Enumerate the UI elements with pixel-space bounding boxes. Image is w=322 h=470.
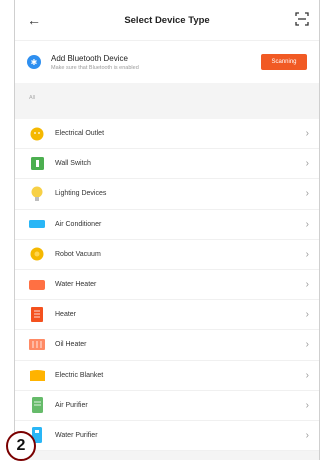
device-label: Water Heater (55, 281, 97, 289)
vacuum-icon (29, 246, 45, 262)
device-item-electrical-outlet[interactable]: Electrical Outlet › (15, 119, 319, 150)
section-label: All (29, 95, 36, 101)
app-frame: ← Select Device Type ✱ Add Bluetooth Dev… (14, 0, 320, 460)
blanket-icon (29, 367, 45, 383)
chevron-right-icon: › (305, 278, 309, 290)
device-label: Electrical Outlet (55, 130, 105, 138)
device-label: Wall Switch (55, 160, 91, 168)
device-label: Air Conditioner (55, 220, 102, 228)
device-item-air-conditioner[interactable]: Air Conditioner › (15, 210, 319, 240)
bluetooth-title: Add Bluetooth Device (51, 53, 128, 63)
device-label: Robot Vacuum (55, 250, 101, 258)
outlet-icon (29, 126, 45, 142)
top-bar: ← Select Device Type (15, 0, 319, 40)
device-label: Lighting Devices (55, 190, 107, 198)
page-title: Select Device Type (124, 14, 210, 26)
device-label: Air Purifier (55, 401, 88, 409)
chevron-right-icon: › (305, 128, 309, 139)
device-label: Oil Heater (55, 341, 87, 349)
device-item-air-purifier[interactable]: Air Purifier › (15, 391, 319, 421)
add-bluetooth-row[interactable]: ✱ Add Bluetooth Device Make sure that Bl… (15, 40, 319, 83)
chevron-right-icon: › (305, 309, 309, 321)
device-item-water-heater[interactable]: Water Heater › (15, 270, 319, 301)
scan-icon[interactable] (295, 12, 309, 26)
oil-heater-icon (29, 337, 45, 353)
device-item-electric-blanket[interactable]: Electric Blanket › (15, 361, 319, 391)
bluetooth-subtitle: Make sure that Bluetooth is enabled (51, 64, 139, 71)
heater-icon (29, 277, 45, 293)
device-item-wall-switch[interactable]: Wall Switch › (15, 149, 319, 180)
device-item-robot-vacuum[interactable]: Robot Vacuum › (15, 240, 319, 270)
bulb-icon (29, 186, 45, 202)
device-item-oil-heater[interactable]: Oil Heater › (15, 330, 319, 361)
arrow-left-icon[interactable]: ← (23, 9, 45, 31)
scanning-button[interactable]: Scanning (261, 54, 307, 70)
device-item-water-purifier[interactable]: Water Purifier › (15, 421, 319, 452)
purifier-icon (29, 397, 45, 414)
step-badge: 2 (6, 431, 36, 461)
chevron-right-icon: › (305, 339, 309, 351)
device-label: Electric Blanket (55, 371, 104, 379)
switch-icon (29, 156, 45, 172)
chevron-right-icon: › (305, 188, 309, 200)
device-type-list: Electrical Outlet › Wall Switch › Lighti… (15, 119, 319, 452)
device-item-lighting-devices[interactable]: Lighting Devices › (15, 179, 319, 210)
chevron-right-icon: › (305, 218, 309, 230)
device-label: Water Purifier (55, 431, 98, 439)
device-label: Heater (55, 311, 77, 319)
section-gap: All (15, 83, 319, 119)
heater-panel-icon (29, 307, 45, 323)
chevron-right-icon: › (305, 369, 309, 381)
chevron-right-icon: › (305, 158, 309, 170)
device-item-heater[interactable]: Heater › (15, 300, 319, 331)
ac-icon (29, 216, 45, 232)
chevron-right-icon: › (305, 248, 309, 260)
bluetooth-icon: ✱ (27, 55, 41, 69)
chevron-right-icon: › (305, 429, 309, 441)
chevron-right-icon: › (305, 399, 309, 411)
